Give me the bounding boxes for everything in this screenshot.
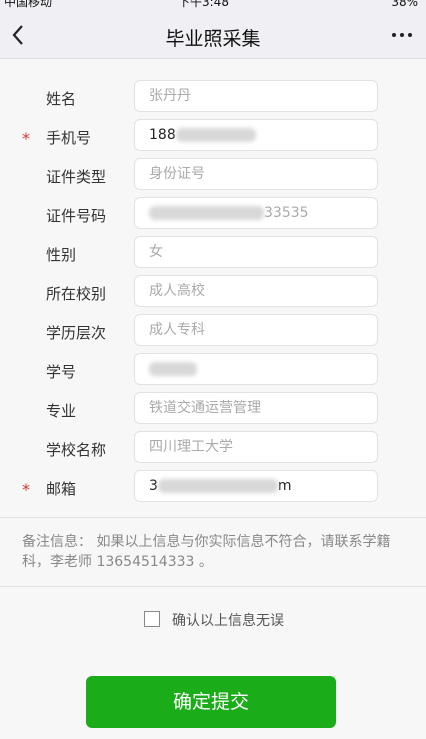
field-label: 专业 xyxy=(46,402,77,420)
status-bar: 中国移动 下午3:48 38% xyxy=(0,0,426,12)
field-value: 成人高校 xyxy=(149,283,205,299)
field-value: m xyxy=(277,478,292,494)
field-value: 身份证号 xyxy=(149,166,205,182)
form-row: 证件号码 33535 xyxy=(0,197,426,231)
field-value: 张丹丹 xyxy=(149,88,191,104)
field-value: 四川理工大学 xyxy=(149,439,233,455)
field-value: 女 xyxy=(149,244,163,260)
form-row: 姓名 张丹丹 xyxy=(0,80,426,114)
field-label: 学历层次 xyxy=(46,324,107,342)
remark-text: 备注信息： 如果以上信息与你实际信息不符合，请联系学籍科，李老师 1365451… xyxy=(22,534,391,570)
field-input[interactable]: 女 xyxy=(134,236,378,268)
carrier: 中国移动 xyxy=(4,0,53,9)
field-input[interactable]: 张丹丹 xyxy=(134,80,378,112)
field-value: 33535 xyxy=(264,205,309,221)
field-input[interactable]: 3m xyxy=(134,470,378,502)
field-input[interactable]: 33535 xyxy=(134,197,378,229)
divider xyxy=(0,586,426,587)
nav-bar: 毕业照采集 xyxy=(0,12,426,59)
form-row: 专业 铁道交通运营管理 xyxy=(0,392,426,426)
form-row: 学历层次 成人专科 xyxy=(0,314,426,348)
field-label: 邮箱 xyxy=(46,480,77,498)
field-input[interactable]: 四川理工大学 xyxy=(134,431,378,463)
field-label: 证件类型 xyxy=(46,168,107,186)
field-label: 姓名 xyxy=(46,90,77,108)
field-input[interactable]: 身份证号 xyxy=(134,158,378,190)
field-input[interactable]: 成人专科 xyxy=(134,314,378,346)
field-input[interactable] xyxy=(134,353,378,385)
field-value: 188 xyxy=(149,127,176,143)
field-label: 手机号 xyxy=(46,129,92,147)
field-input[interactable]: 成人高校 xyxy=(134,275,378,307)
field-label: 所在校别 xyxy=(46,285,107,303)
field-value: 3 xyxy=(149,478,158,494)
form-row: 学号 xyxy=(0,353,426,387)
redacted-blur xyxy=(149,206,264,220)
confirm-label: 确认以上信息无误 xyxy=(172,613,284,629)
field-value: 铁道交通运营管理 xyxy=(149,400,261,416)
form-row: 证件类型 身份证号 xyxy=(0,158,426,192)
page-title: 毕业照采集 xyxy=(165,28,261,50)
field-input[interactable]: 188 xyxy=(134,119,378,151)
divider xyxy=(0,517,426,518)
confirm-checkbox[interactable] xyxy=(144,611,160,627)
form-row: 学校名称 四川理工大学 xyxy=(0,431,426,465)
clock: 下午3:48 xyxy=(178,0,229,9)
field-value: 成人专科 xyxy=(149,322,205,338)
field-label: 学校名称 xyxy=(46,441,107,459)
more-button[interactable] xyxy=(390,24,414,44)
submit-button[interactable]: 确定提交 xyxy=(86,676,336,728)
field-label: 性别 xyxy=(46,246,77,264)
required-mark: * xyxy=(22,129,30,148)
field-label: 证件号码 xyxy=(46,207,107,225)
required-mark: * xyxy=(22,480,30,499)
more-dots-icon xyxy=(392,33,396,37)
field-label: 学号 xyxy=(46,363,77,381)
field-input[interactable]: 铁道交通运营管理 xyxy=(134,392,378,424)
form-row: 性别 女 xyxy=(0,236,426,270)
redacted-blur xyxy=(157,479,278,493)
form-row: 所在校别 成人高校 xyxy=(0,275,426,309)
redacted-blur xyxy=(175,128,256,142)
battery-level: 38% xyxy=(391,0,418,9)
form-row: * 手机号 188 xyxy=(0,119,426,153)
redacted-blur xyxy=(149,362,197,376)
form-row: * 邮箱 3 m xyxy=(0,470,426,504)
